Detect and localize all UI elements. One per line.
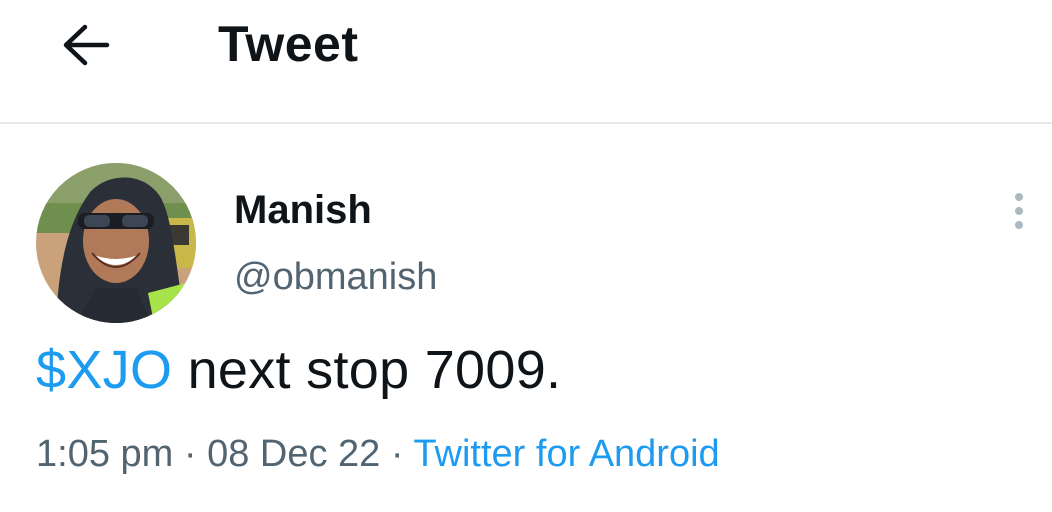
more-options-button[interactable] [1004,186,1034,236]
cashtag-link[interactable]: $XJO [36,340,172,400]
meta-separator: · [380,433,414,475]
tweet-body: next stop 7009. [172,340,562,400]
avatar-photo [36,163,196,323]
avatar[interactable] [36,163,196,323]
back-button[interactable] [56,18,116,72]
more-vertical-icon-dot [1015,221,1023,229]
more-vertical-icon [1015,193,1023,201]
tweet-time[interactable]: 1:05 pm [36,433,173,475]
tweet-meta: 1:05 pm · 08 Dec 22 · Twitter for Androi… [36,428,720,480]
tweet-text: $XJO next stop 7009. [36,336,561,404]
page-title: Tweet [218,16,359,72]
meta-separator: · [173,433,208,475]
tweet-source-link[interactable]: Twitter for Android [413,433,719,475]
arrow-left-icon [63,24,110,66]
author-handle[interactable]: @obmanish [234,254,437,300]
author-name[interactable]: Manish [234,186,372,234]
tweet-date[interactable]: 08 Dec 22 [207,433,380,475]
more-vertical-icon-dot [1015,207,1023,215]
app-header: Tweet [0,0,1052,124]
